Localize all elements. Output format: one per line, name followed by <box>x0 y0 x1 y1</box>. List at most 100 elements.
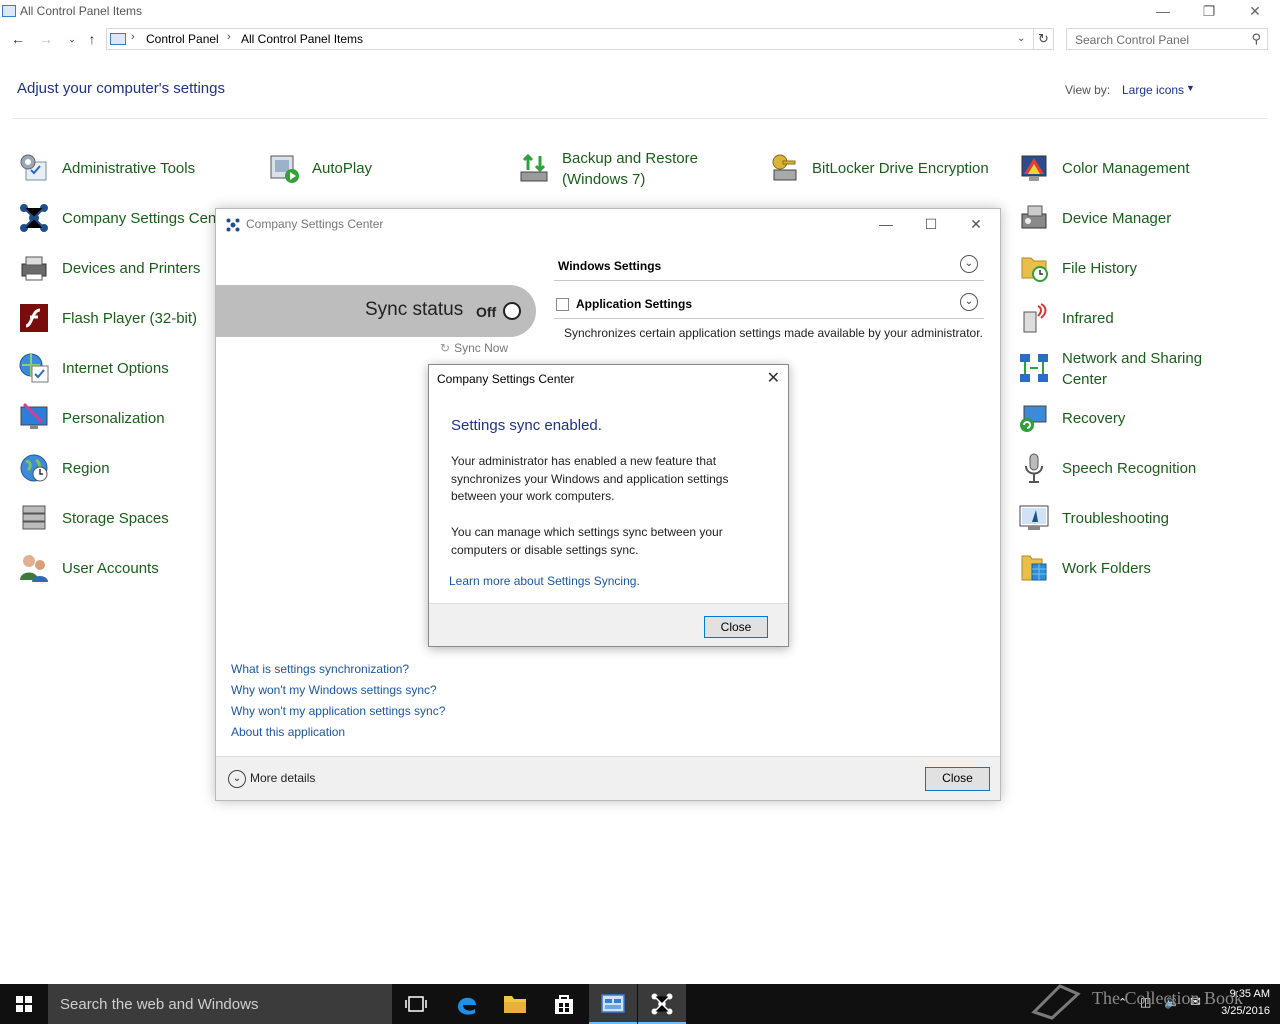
start-button[interactable] <box>0 984 48 1024</box>
cp-item-label: Troubleshooting <box>1062 510 1170 527</box>
chevron-down-icon: ⌄ <box>228 770 246 788</box>
color-management-icon <box>1021 155 1047 181</box>
backup-icon <box>520 153 548 182</box>
close-icon[interactable]: ✕ <box>767 368 780 388</box>
link-what-is-sync[interactable]: What is settings synchronization? <box>231 662 409 676</box>
sync-status-toggle[interactable]: Sync status Off <box>216 285 536 337</box>
cp-item-infrared[interactable]: Infrared <box>1018 298 1263 338</box>
application-settings-checkbox[interactable] <box>556 298 569 311</box>
cp-item-label: User Accounts <box>62 560 159 577</box>
address-row: ← → ⌄ ↑ › Control Panel › All Control Pa… <box>0 28 1280 52</box>
cp-item-troubleshooting[interactable]: Troubleshooting <box>1018 498 1263 538</box>
link-windows-sync[interactable]: Why won't my Windows settings sync? <box>231 683 437 697</box>
up-arrow-icon[interactable]: ↑ <box>82 28 102 50</box>
cp-item-speech-recognition[interactable]: Speech Recognition <box>1018 448 1263 488</box>
link-about[interactable]: About this application <box>231 725 345 739</box>
microphone-icon <box>1025 453 1043 483</box>
more-details-label: More details <box>250 771 316 786</box>
section-label: Application Settings <box>576 297 693 311</box>
maximize-button[interactable]: ☐ <box>909 213 953 235</box>
control-panel-icon <box>2 5 16 17</box>
breadcrumb-all-items[interactable]: All Control Panel Items <box>241 32 363 46</box>
company-settings-icon <box>651 993 673 1015</box>
cp-item-backup-and-restore[interactable]: Backup and Restore (Windows 7) <box>518 148 763 188</box>
autoplay-icon <box>270 155 299 183</box>
breadcrumb-control-panel[interactable]: Control Panel <box>146 32 219 46</box>
cp-item-file-history[interactable]: File History <box>1018 248 1263 288</box>
taskbar-search-input[interactable]: Search the web and Windows <box>48 984 392 1024</box>
minimize-button[interactable]: — <box>1140 2 1186 22</box>
personalization-icon <box>20 402 48 429</box>
taskbar-edge[interactable] <box>443 984 491 1024</box>
watermark-text: The Collection Book <box>1092 988 1243 1008</box>
cp-item-work-folders[interactable]: Work Folders <box>1018 548 1263 588</box>
cp-item-label: AutoPlay <box>312 160 373 177</box>
chevron-right-icon[interactable]: › <box>227 31 231 43</box>
cp-item-administrative-tools[interactable]: Administrative Tools <box>18 148 263 188</box>
caret-down-icon[interactable]: ▼ <box>1186 83 1195 93</box>
learn-more-link[interactable]: Learn more about Settings Syncing. <box>449 574 640 588</box>
cp-item-device-manager[interactable]: Device Manager <box>1018 198 1263 238</box>
device-manager-icon <box>1021 205 1047 229</box>
cp-item-network-and-sharing[interactable]: Network and Sharing Center <box>1018 348 1263 388</box>
cp-item-label: BitLocker Drive Encryption <box>812 160 989 177</box>
taskbar-control-panel[interactable] <box>589 984 637 1024</box>
cp-item-label: Network and Sharing Center <box>1062 350 1203 388</box>
task-view-button[interactable] <box>392 984 440 1024</box>
cp-item-label: Storage Spaces <box>62 510 169 527</box>
application-settings-section[interactable]: Application Settings ⌄ <box>554 289 984 319</box>
sync-status-label: Sync status <box>365 299 464 320</box>
close-button[interactable]: Close <box>925 767 990 791</box>
view-by-dropdown[interactable]: Large icons <box>1122 83 1184 97</box>
admin-tools-icon <box>20 154 47 181</box>
taskbar-company-settings[interactable] <box>638 984 686 1024</box>
close-window-button[interactable]: ✕ <box>1232 2 1278 22</box>
toggle-knob[interactable] <box>503 302 521 320</box>
close-window-button[interactable]: ✕ <box>954 213 998 235</box>
task-view-icon <box>405 996 427 1012</box>
printer-icon <box>21 256 47 281</box>
cp-item-bitlocker[interactable]: BitLocker Drive Encryption <box>768 148 1013 188</box>
taskbar-file-explorer[interactable] <box>491 984 539 1024</box>
company-settings-icon <box>226 218 240 232</box>
cp-item-label: Personalization <box>62 410 165 427</box>
sync-now-button[interactable]: ↻ Sync Now <box>440 341 508 355</box>
dialog-message: You can manage which settings sync betwe… <box>451 525 723 557</box>
chevron-down-icon[interactable]: ⌄ <box>960 293 978 311</box>
cp-item-label: Color Management <box>1062 160 1190 177</box>
folder-icon <box>504 996 526 1013</box>
chevron-right-icon[interactable]: › <box>131 31 135 43</box>
cp-item-label: Recovery <box>1062 410 1126 427</box>
company-settings-icon <box>20 204 48 232</box>
search-input[interactable]: Search Control Panel ⚲ <box>1066 28 1268 50</box>
cp-item-label: Devices and Printers <box>62 260 201 277</box>
address-bar[interactable]: › Control Panel › All Control Panel Item… <box>106 28 1034 50</box>
refresh-icon[interactable]: ↻ <box>1034 28 1054 50</box>
infrared-icon <box>1023 303 1047 333</box>
search-icon[interactable]: ⚲ <box>1251 31 1261 47</box>
minimize-button[interactable]: — <box>864 213 908 235</box>
cp-item-label: Speech Recognition <box>1062 460 1197 477</box>
troubleshooting-icon <box>1019 505 1049 530</box>
restore-button[interactable]: ❐ <box>1186 2 1232 22</box>
flash-icon <box>20 304 48 332</box>
more-details-button[interactable]: ⌄ More details <box>228 770 315 788</box>
window-title: Company Settings Center <box>246 217 384 231</box>
cp-item-recovery[interactable]: Recovery <box>1018 398 1263 438</box>
region-icon <box>20 454 48 482</box>
back-arrow-icon[interactable]: ← <box>8 28 28 50</box>
recent-chevron-icon[interactable]: ⌄ <box>62 28 82 50</box>
link-app-sync[interactable]: Why won't my application settings sync? <box>231 704 445 718</box>
cp-item-color-management[interactable]: Color Management <box>1018 148 1263 188</box>
taskbar-store[interactable] <box>540 984 588 1024</box>
windows-settings-section[interactable]: Windows Settings ⌄ <box>554 251 984 281</box>
address-dropdown-icon[interactable]: ⌄ <box>1017 33 1025 44</box>
window-footer: ⌄ More details Close <box>216 756 1000 800</box>
taskbar-search-placeholder: Search the web and Windows <box>60 996 259 1013</box>
storage-icon <box>22 505 46 530</box>
divider <box>12 118 1268 119</box>
forward-arrow-icon[interactable]: → <box>36 28 56 50</box>
cp-item-autoplay[interactable]: AutoPlay <box>268 148 513 188</box>
dialog-close-button[interactable]: Close <box>704 616 768 638</box>
chevron-down-icon[interactable]: ⌄ <box>960 255 978 273</box>
